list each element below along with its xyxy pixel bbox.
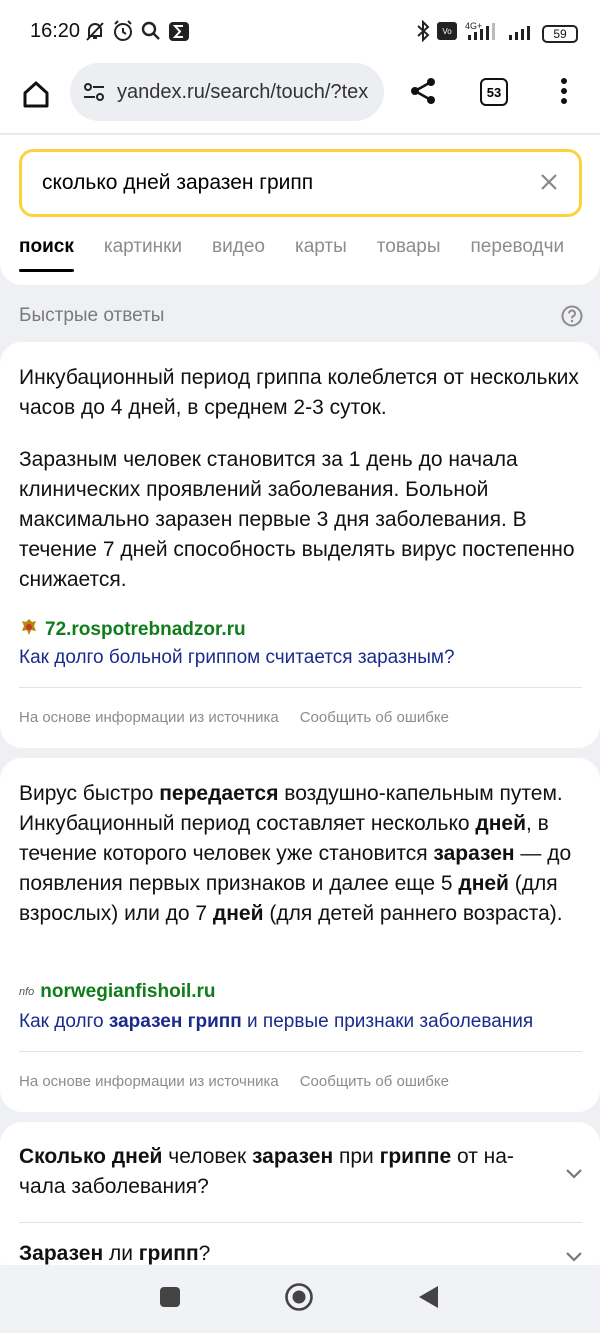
related-questions-card: Сколько дней человек заразен при гриппе … [0,1122,600,1282]
source-link[interactable]: Как долго заразен грипп и первые признак… [19,1011,533,1033]
circle-icon [284,1282,314,1317]
status-time: 16:20 [30,20,81,42]
clear-search-button[interactable] [537,172,561,196]
square-icon [159,1286,181,1313]
divider [19,1051,582,1052]
answer-paragraph: Вирус быстро передается воздушно-капельн… [19,782,572,925]
share-button[interactable] [402,72,444,114]
tab-switcher-button[interactable]: 53 [480,78,508,106]
quick-answer-card: Инкубационный период гриппа колеблется о… [0,342,600,748]
report-error-link[interactable]: Сообщить об ошибке [300,709,449,726]
tab-products[interactable]: товары [377,236,441,258]
source-domain[interactable]: norwegianfishoil.ru [40,981,215,1003]
back-button[interactable] [412,1283,444,1315]
browser-toolbar: yandex.ru/search/touch/?tex 53 [0,62,600,134]
answer-paragraph: Инкубационный период гриппа колеблется о… [19,366,579,419]
tab-images[interactable]: картинки [104,236,182,258]
home-icon [21,79,51,114]
source-row[interactable]: nfo norwegianfishoil.ru [19,981,216,1003]
signal-4g-icon: 4G+ [464,21,500,46]
help-icon[interactable] [561,305,583,332]
status-bar: 16:20 Vo 4G+ 59 [0,0,600,62]
tab-translator[interactable]: переводчи [471,236,565,258]
url-text: yandex.ru/search/touch/?tex [117,81,369,103]
tab-video[interactable]: видео [212,236,265,258]
recents-button[interactable] [154,1283,186,1315]
signal-icon [507,21,535,46]
search-icon [140,19,162,48]
answer-footer: На основе информации из источника Сообщи… [19,709,449,726]
answer-paragraph: Заразным человек становится за 1 день до… [19,448,575,591]
close-icon [540,173,558,196]
more-vert-icon [560,77,568,110]
emblem-icon [19,617,39,642]
answer-footer: На основе информации из источника Сообщи… [19,1073,449,1090]
source-domain[interactable]: 72.rospotrebnadzor.ru [45,619,246,641]
source-info-text: На основе информации из источника [19,709,279,726]
chevron-down-icon[interactable] [564,1247,584,1267]
back-triangle-icon [416,1284,440,1315]
search-verticals-tabs: поиск картинки видео карты товары перево… [19,236,594,272]
system-navigation-bar [0,1265,600,1333]
search-section: поиск картинки видео карты товары перево… [0,135,600,285]
divider [19,687,582,688]
report-error-link[interactable]: Сообщить об ошибке [300,1073,449,1090]
home-button[interactable] [14,74,58,118]
svg-text:Vo: Vo [442,27,452,36]
tab-search[interactable]: поиск [19,236,74,272]
site-settings-icon[interactable] [82,80,106,109]
home-nav-button[interactable] [283,1282,315,1317]
sigma-app-icon [168,19,190,48]
question-text[interactable]: Сколько дней человек заразен при гриппе … [19,1142,539,1202]
share-icon [408,76,438,111]
search-input[interactable] [42,171,522,195]
tab-maps[interactable]: карты [295,236,347,258]
bluetooth-icon [416,19,430,47]
overflow-menu-button[interactable] [548,72,580,114]
battery-indicator: 59 [542,24,578,43]
muted-bell-icon [84,19,106,48]
source-link[interactable]: Как долго больной гриппом считается зара… [19,647,455,669]
volte-icon: Vo [437,21,457,46]
divider [19,1222,582,1223]
site-favicon: nfo [19,986,35,998]
address-bar[interactable]: yandex.ru/search/touch/?tex [70,63,384,121]
alarm-clock-icon [112,19,134,48]
svg-text:4G+: 4G+ [465,21,482,31]
source-row[interactable]: 72.rospotrebnadzor.ru [19,617,246,642]
source-info-text: На основе информации из источника [19,1073,279,1090]
quick-answer-card: Вирус быстро передается воздушно-капельн… [0,758,600,1112]
chevron-down-icon[interactable] [564,1164,584,1184]
search-box[interactable] [19,149,582,217]
quick-answers-title: Быстрые ответы [19,305,165,326]
